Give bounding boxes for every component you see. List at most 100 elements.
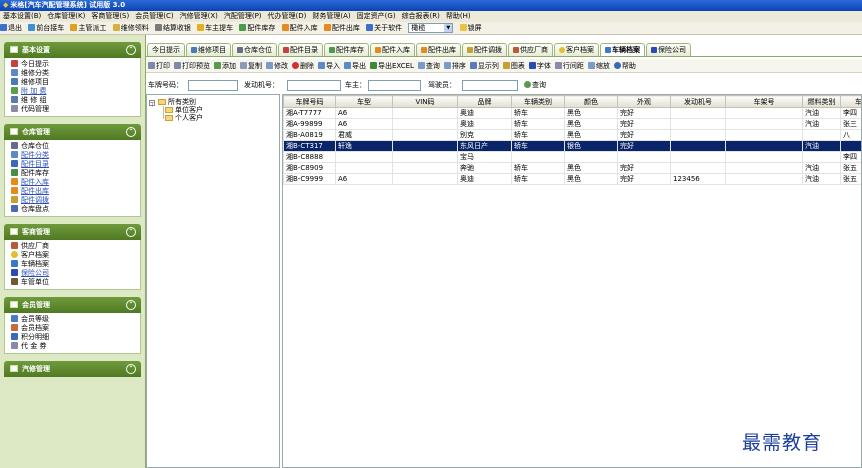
sidebar-item-parts-catalog[interactable]: 配件目录 [11,160,140,169]
add-button[interactable]: 添加 [214,59,236,72]
sidebar-item-code[interactable]: 代码管理 [11,105,140,114]
sort-button[interactable]: 排序 [443,59,466,72]
table-row-selected[interactable]: 湘B-CT317 轩逸 东风日产 轿车 银色 完好 汽油 [283,140,861,152]
sidebar-item-transfer[interactable]: 配件调拨 [11,196,140,205]
table-row[interactable]: 湘B-C8909 奔驰 轿车 黑色 完好 汽油 张五 [283,162,861,174]
col-engine[interactable]: 发动机号 [670,95,726,108]
col-owner[interactable]: 车主 [840,95,861,108]
col-color[interactable]: 颜色 [564,95,618,108]
tab-parts-catalog[interactable]: 配件目录 [278,43,323,56]
toolbar-inbound-button[interactable]: 配件入库 [281,22,318,34]
menu-finance[interactable]: 财务管理(A) [312,12,350,20]
lock-screen-button[interactable]: 锁屏 [459,22,482,34]
delete-button[interactable]: 删除 [292,59,314,72]
col-chassis[interactable]: 车架号 [725,95,803,108]
chart-button[interactable]: 图表 [502,59,525,72]
menu-reports[interactable]: 综合报表(R) [402,12,440,20]
sidebar-item-repair-category[interactable]: 维修分类 [11,69,140,78]
print-button[interactable]: 打印 [148,59,170,72]
copy-button[interactable]: 复制 [240,59,262,72]
col-plate[interactable]: 车牌号码 [283,95,336,108]
help-button[interactable]: 帮助 [613,59,636,72]
section-header-merchant[interactable]: 客商管理 ⌃ [4,224,141,240]
collapse-icon[interactable]: ⌃ [126,364,136,374]
toolbar-material-button[interactable]: 维修领料 [112,22,149,34]
col-model[interactable]: 车型 [335,95,393,108]
toolbar-cashier-button[interactable]: 结算收银 [154,22,191,34]
menu-agency[interactable]: 代办管理(D) [268,12,307,20]
tab-warehouse[interactable]: 仓库仓位 [232,43,277,56]
query-button[interactable]: 查询 [417,59,440,72]
table-row[interactable]: 湘A-99899 A6 奥迪 轿车 黑色 完好 汽油 张三 [283,118,861,130]
toolbar-stock-button[interactable]: 配件库存 [239,22,275,34]
tab-supplier[interactable]: 供应厂商 [508,43,553,56]
toolbar-receive-button[interactable]: 前台接车 [28,22,64,34]
tab-parts-in[interactable]: 配件入库 [370,43,415,56]
plate-input[interactable] [188,80,238,91]
sidebar-item-voucher[interactable]: 代 金 券 [11,342,140,351]
menu-member[interactable]: 会员管理(C) [135,12,173,20]
sidebar-item-fleet[interactable]: 车管单位 [11,278,140,287]
collapse-icon[interactable]: ⌃ [126,300,136,310]
menu-merchant[interactable]: 客商管理(S) [91,12,129,20]
menu-assets[interactable]: 固定资产(G) [357,12,396,20]
sidebar-item-repair-group[interactable]: 维 修 组 [11,96,140,105]
font-button[interactable]: 字体 [528,59,551,72]
menu-parts[interactable]: 汽配管理(P) [224,12,262,20]
sidebar-item-member-file[interactable]: 会员档案 [11,324,140,333]
export-excel-button[interactable]: 导出EXCEL [370,59,414,72]
sidebar-item-points[interactable]: 积分明细 [11,333,140,342]
col-brand[interactable]: 品牌 [457,95,512,108]
tab-customer[interactable]: 客户档案 [554,43,599,56]
sidebar-item-fee[interactable]: 附 加 费 [11,87,140,96]
col-vehicle-type[interactable]: 车辆类别 [511,95,565,108]
zoom-button[interactable]: 缩放 [587,59,610,72]
table-row[interactable]: 湘B-C9999 A6 奥迪 轿车 黑色 完好 123456 汽油 张五 [283,173,861,185]
toolbar-about-button[interactable]: 关于软件 [366,22,402,34]
toolbar-exit-button[interactable]: 退出 [0,22,22,34]
tab-today[interactable]: 今日提示 [147,43,185,56]
sidebar-item-customer[interactable]: 客户档案 [11,251,140,260]
sidebar-item-parts-stock[interactable]: 配件库存 [11,169,140,178]
export-button[interactable]: 导出 [344,59,366,72]
table-row[interactable]: 湘A-T7777 A6 奥迪 轿车 黑色 完好 汽油 李四 [283,107,861,119]
sidebar-item-insurance[interactable]: 保险公司 [11,269,140,278]
collapse-icon[interactable]: ⌃ [126,45,136,55]
collapse-icon[interactable]: ⌃ [126,227,136,237]
menu-basic[interactable]: 基本设置(B) [3,12,41,20]
table-row[interactable]: 湘B-C8888 宝马 李四 [283,151,861,163]
table-row[interactable]: 湘B-A0819 君威 别克 轿车 黑色 完好八 [283,129,861,141]
sidebar-item-inventory[interactable]: 仓库盘点 [11,205,140,214]
print-preview-button[interactable]: 打印预览 [174,59,210,72]
tab-insurance[interactable]: 保险公司 [646,43,691,56]
skin-select[interactable]: 橄榄 ▼ [408,23,454,33]
columns-button[interactable]: 显示列 [469,59,499,72]
sidebar-item-member-level[interactable]: 会员等级 [11,315,140,324]
engine-input[interactable] [287,80,341,91]
import-button[interactable]: 导入 [318,59,340,72]
edit-button[interactable]: 修改 [266,59,288,72]
tree-expand-icon[interactable]: − [149,100,155,106]
tree-node-personal[interactable]: 个人客户 [165,114,203,123]
toolbar-pickup-button[interactable]: 车主提车 [197,22,233,34]
col-fuel[interactable]: 燃料类别 [802,95,841,108]
tab-parts-stock[interactable]: 配件库存 [324,43,369,56]
col-appearance[interactable]: 外观 [617,95,671,108]
owner-input[interactable] [368,80,421,91]
toolbar-dispatch-button[interactable]: 主管派工 [70,22,106,34]
menu-help[interactable]: 帮助(H) [446,12,471,20]
tab-parts-out[interactable]: 配件出库 [416,43,461,56]
sidebar-item-today[interactable]: 今日提示 [11,60,140,69]
section-header-repair[interactable]: 汽修管理 ⌃ [4,361,141,377]
sidebar-item-supplier[interactable]: 供应厂商 [11,242,140,251]
menu-warehouse[interactable]: 仓库管理(K) [47,12,85,20]
sidebar-item-parts-out[interactable]: 配件出库 [11,187,140,196]
collapse-icon[interactable]: ⌃ [126,127,136,137]
tab-vehicle[interactable]: 车辆档案 [600,43,645,56]
line-spacing-button[interactable]: 行间距 [554,59,584,72]
tab-transfer[interactable]: 配件调拨 [462,43,507,56]
driver-input[interactable] [462,80,518,91]
sidebar-item-parts-in[interactable]: 配件入库 [11,178,140,187]
search-button[interactable]: 查询 [524,78,546,92]
toolbar-outbound-button[interactable]: 配件出库 [323,22,360,34]
